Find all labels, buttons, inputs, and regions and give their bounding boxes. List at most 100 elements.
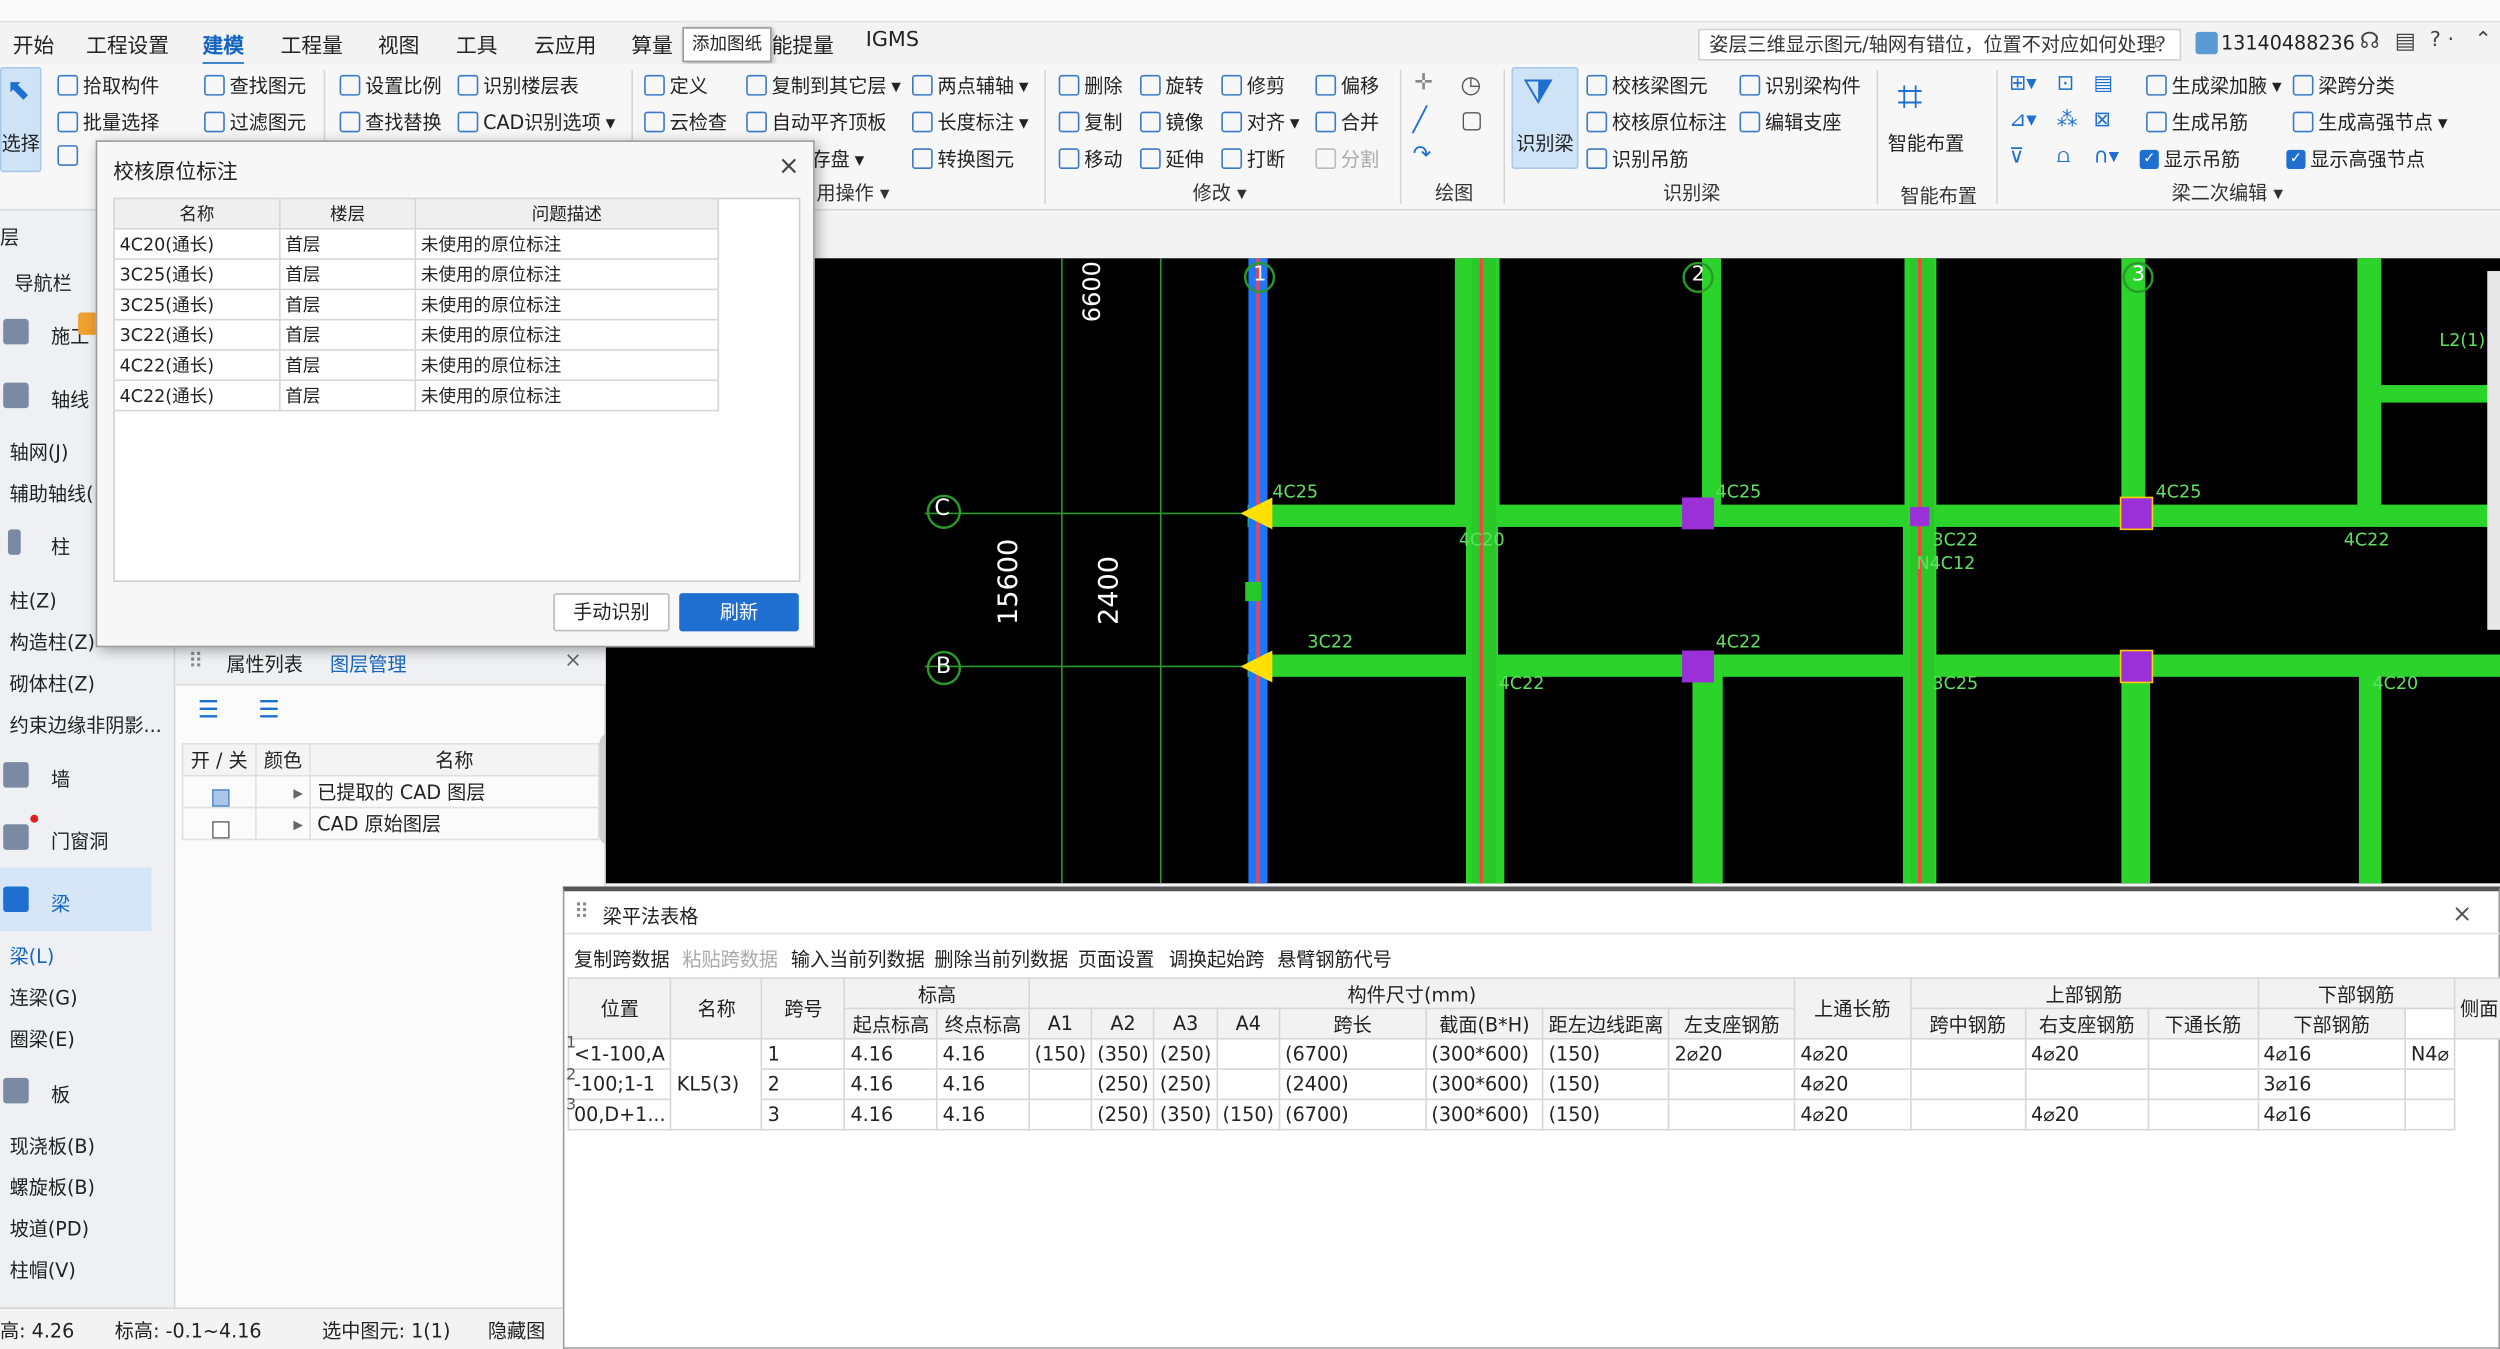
- close-icon[interactable]: ×: [564, 649, 581, 673]
- find-replace-button[interactable]: 查找替换: [339, 108, 442, 135]
- tab-project-settings[interactable]: 工程设置: [86, 29, 169, 59]
- tab-smart-quantity[interactable]: 能提量: [772, 29, 834, 59]
- table-row[interactable]: 4C20(通长) 首层 未使用的原位标注: [113, 227, 720, 260]
- layer-tool-b-icon[interactable]: ☰: [258, 695, 279, 724]
- find-element-button[interactable]: 查找图元: [204, 72, 306, 99]
- mirror-button[interactable]: 镜像: [1139, 108, 1204, 135]
- cantilever-code-button[interactable]: 悬臂钢筋代号: [1277, 945, 1392, 972]
- identify-floor-table-button[interactable]: 识别楼层表: [457, 72, 579, 99]
- delete-column-button[interactable]: 删除当前列数据: [934, 945, 1068, 972]
- column-node[interactable]: [2119, 649, 2154, 684]
- layer-checkbox[interactable]: [211, 788, 229, 806]
- refresh-button[interactable]: 刷新: [679, 593, 799, 632]
- check-beam-elements-button[interactable]: 校核梁图元: [1586, 72, 1708, 99]
- tab-properties[interactable]: 属性列表: [226, 651, 303, 678]
- show-high-strength-node-checkbox[interactable]: ✓ 显示高强节点: [2286, 145, 2425, 172]
- input-column-button[interactable]: 输入当前列数据: [791, 945, 925, 972]
- nav-beam[interactable]: 梁(L): [10, 942, 55, 969]
- auto-align-top-button[interactable]: 自动平齐顶板: [746, 108, 887, 135]
- smart-layout-icon[interactable]: ⌗: [1897, 70, 1922, 124]
- set-scale-button[interactable]: 设置比例: [339, 72, 442, 99]
- cloud-check-button[interactable]: 云检查: [644, 108, 727, 135]
- beam-axis-2-main[interactable]: [1471, 258, 1496, 884]
- two-point-axis-button[interactable]: 两点辅轴 ▾: [911, 72, 1028, 99]
- line-icon[interactable]: ╱: [1413, 105, 1427, 134]
- identify-beam-component-button[interactable]: 识别梁构件: [1739, 72, 1861, 99]
- cad-options-button[interactable]: CAD识别选项 ▾: [457, 108, 615, 135]
- rect-icon[interactable]: ▢: [1460, 105, 1483, 134]
- tab-layer-management[interactable]: 图层管理: [330, 651, 407, 678]
- tab-quantity[interactable]: 工程量: [281, 29, 343, 59]
- column-node[interactable]: [2119, 496, 2154, 531]
- tool-i-icon[interactable]: ∩▾: [2093, 145, 2119, 169]
- move-button[interactable]: 移动: [1058, 145, 1122, 172]
- nav-link-beam[interactable]: 连梁(G): [10, 984, 78, 1011]
- help-icon[interactable]: ? ·: [2430, 29, 2454, 53]
- save-partial-button[interactable]: 存盘 ▾: [812, 145, 865, 172]
- beam-b[interactable]: [1247, 654, 2500, 677]
- nav-column-group[interactable]: 柱: [51, 533, 70, 560]
- copy-to-floor-button[interactable]: 复制到其它层 ▾: [746, 72, 901, 99]
- nav-construct-column[interactable]: 构造柱(Z): [10, 628, 95, 655]
- define-button[interactable]: 定义: [644, 72, 708, 99]
- nav-cast-slab[interactable]: 现浇板(B): [10, 1132, 95, 1159]
- length-mark-button[interactable]: 长度标注 ▾: [911, 108, 1028, 135]
- column-node[interactable]: [1910, 507, 1930, 527]
- tool-c-icon[interactable]: ▤: [2093, 72, 2113, 96]
- nav-ring-beam[interactable]: 圈梁(E): [10, 1025, 75, 1052]
- filter-element-button[interactable]: 过滤图元: [204, 108, 306, 135]
- trim-button[interactable]: 修剪: [1221, 72, 1285, 99]
- smart-layout-label[interactable]: 智能布置: [1888, 129, 1965, 156]
- paste-span-button[interactable]: 粘贴跨数据: [682, 945, 778, 972]
- table-row[interactable]: 4C22(通长) 首层 未使用的原位标注: [113, 379, 720, 412]
- align-button[interactable]: 对齐 ▾: [1221, 108, 1300, 135]
- table-row[interactable]: 3C25(通长) 首层 未使用的原位标注: [113, 288, 720, 321]
- avatar[interactable]: [2195, 31, 2218, 55]
- table-row[interactable]: 00,D+1... 3 4.16 4.16 (250) (350) (150) (6700)(…: [567, 1098, 2500, 1131]
- delete-button[interactable]: 删除: [1058, 72, 1122, 99]
- beam-span-classify-button[interactable]: 梁跨分类: [2292, 72, 2395, 99]
- nav-door-window[interactable]: 门窗洞: [51, 827, 108, 854]
- close-icon[interactable]: ×: [2452, 899, 2472, 928]
- manual-identify-button[interactable]: 手动识别: [553, 593, 670, 632]
- search-input[interactable]: 姿层三维显示图元/轴网有错位，位置不对应如何处理？: [1698, 28, 2182, 61]
- arc-icon[interactable]: ↷: [1413, 142, 1432, 168]
- side-toolbar[interactable]: [2487, 271, 2500, 630]
- tool-a-icon[interactable]: ⊞▾: [2009, 72, 2037, 96]
- tab-calc[interactable]: 算量: [631, 29, 672, 59]
- tool-e-icon[interactable]: ⁂: [2057, 108, 2078, 132]
- gen-beam-haunch-button[interactable]: 生成梁加腋 ▾: [2146, 72, 2282, 99]
- gen-hanger-button[interactable]: 生成吊筋: [2146, 108, 2248, 135]
- tab-view[interactable]: 视图: [378, 29, 419, 59]
- nav-axis[interactable]: 轴线: [51, 386, 89, 413]
- tool-h-icon[interactable]: ⩍: [2057, 145, 2070, 169]
- layer-checkbox[interactable]: [211, 820, 229, 838]
- nav-aux-axis[interactable]: 辅助轴线(: [10, 480, 94, 507]
- close-icon[interactable]: ×: [778, 150, 799, 180]
- nav-column-cap[interactable]: 柱帽(V): [10, 1256, 76, 1283]
- tool-f-icon[interactable]: ⊠: [2093, 108, 2110, 132]
- drawing-canvas[interactable]: C B 1 2 3 6600 15600 2400 4C25 4C20 4C22…: [605, 258, 2500, 884]
- column-node[interactable]: [1682, 497, 1714, 530]
- tab-cloud[interactable]: 云应用: [534, 29, 596, 59]
- tab-modeling[interactable]: 建模: [202, 29, 244, 66]
- copy-button[interactable]: 复制: [1058, 108, 1122, 135]
- convert-element-button[interactable]: 转换图元: [911, 145, 1014, 172]
- copy-span-button[interactable]: 复制跨数据: [574, 945, 670, 972]
- table-row[interactable]: <1-100,A KL5(3) 1 4.16 4.16 (150) (350) (250) (6…: [567, 1037, 2500, 1131]
- nav-masonry-column[interactable]: 砌体柱(Z): [10, 670, 95, 697]
- tool-g-icon[interactable]: ⊽: [2009, 145, 2024, 169]
- collapse-icon[interactable]: ⌃: [2475, 29, 2492, 53]
- show-hanger-checkbox[interactable]: ✓ 显示吊筋: [2139, 145, 2240, 172]
- nav-slab-group[interactable]: 板: [51, 1081, 70, 1108]
- beam-c[interactable]: [1247, 504, 2500, 527]
- table-row[interactable]: 4C22(通长) 首层 未使用的原位标注: [113, 349, 720, 382]
- layer-tool-a-icon[interactable]: ☰: [198, 695, 219, 724]
- nav-grid[interactable]: 轴网(J): [10, 438, 69, 465]
- nav-wall[interactable]: 墙: [51, 765, 70, 792]
- nav-ramp[interactable]: 坡道(PD): [10, 1215, 89, 1242]
- tab-igms[interactable]: IGMS: [866, 29, 919, 53]
- extend-button[interactable]: 延伸: [1139, 145, 1204, 172]
- tool-b-icon[interactable]: ⊡: [2057, 72, 2074, 96]
- rotate-button[interactable]: 旋转: [1139, 72, 1204, 99]
